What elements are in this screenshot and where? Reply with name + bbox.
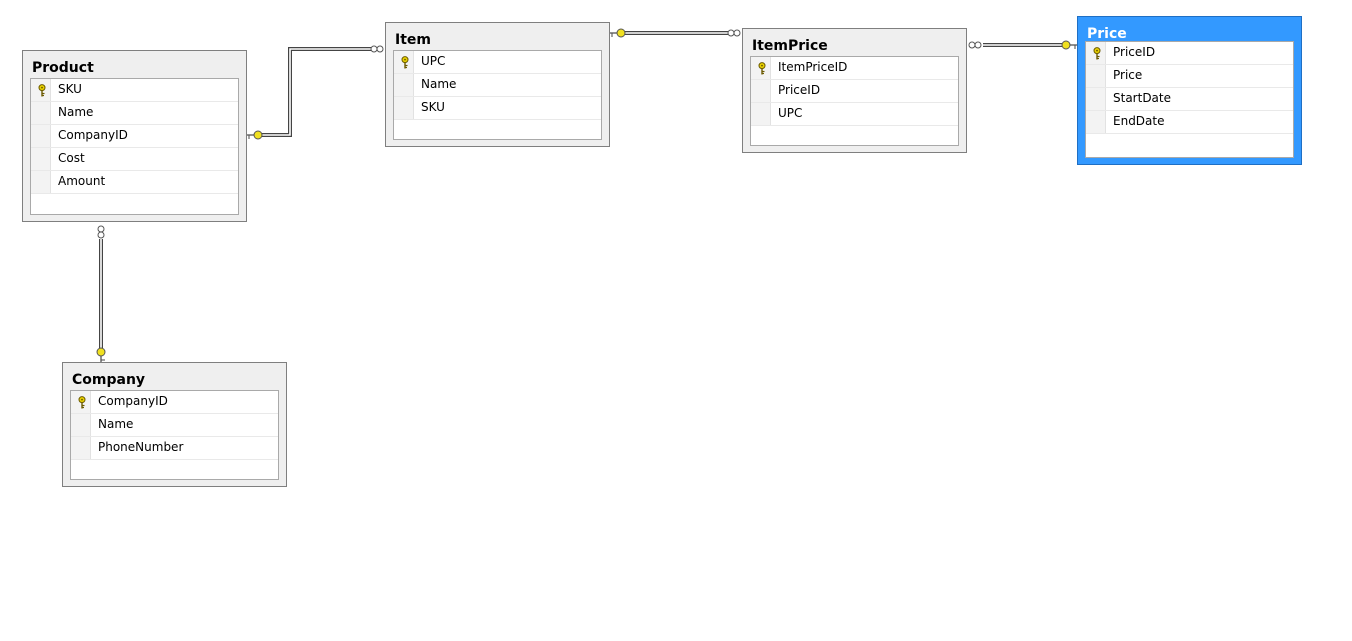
key-endpoint-icon: [96, 347, 106, 362]
infinity-endpoint-icon: [370, 45, 384, 53]
column-row[interactable]: PriceID: [751, 80, 958, 103]
relationship-item-itemprice[interactable]: [610, 28, 741, 38]
column-grid: CompanyID Name PhoneNumber: [70, 390, 279, 480]
column-grid: PriceID Price StartDate EndDate: [1085, 41, 1294, 158]
column-row[interactable]: CompanyID: [31, 125, 238, 148]
relationship-price-itemprice[interactable]: [968, 40, 1077, 50]
column-row[interactable]: UPC: [394, 51, 601, 74]
primary-key-icon: [1093, 47, 1101, 60]
column-grid: ItemPriceID PriceID UPC: [750, 56, 959, 146]
key-endpoint-icon: [610, 28, 626, 38]
column-row[interactable]: EndDate: [1086, 111, 1293, 134]
column-name: PriceID: [1113, 45, 1156, 59]
column-row[interactable]: Price: [1086, 65, 1293, 88]
row-selector[interactable]: [71, 414, 91, 436]
table-title: Price: [1087, 26, 1127, 42]
key-endpoint-icon: [1061, 40, 1077, 50]
row-selector[interactable]: [394, 74, 414, 96]
table-title: Company: [72, 372, 146, 388]
column-row[interactable]: CompanyID: [71, 391, 278, 414]
column-name: Amount: [58, 174, 106, 188]
infinity-endpoint-icon: [968, 41, 982, 49]
column-name: Name: [421, 77, 457, 91]
column-name: CompanyID: [98, 394, 168, 408]
column-name: Cost: [58, 151, 85, 165]
table-price[interactable]: Price PriceID Price StartDate EndDate: [1077, 16, 1302, 165]
column-name: PhoneNumber: [98, 440, 184, 454]
table-item[interactable]: Item UPC Name SKU: [385, 22, 610, 147]
primary-key-icon: [758, 62, 766, 75]
column-row[interactable]: ItemPriceID: [751, 57, 958, 80]
primary-key-icon: [78, 396, 86, 409]
table-title: Product: [32, 60, 94, 76]
column-row[interactable]: StartDate: [1086, 88, 1293, 111]
primary-key-icon: [401, 56, 409, 69]
row-selector[interactable]: [1086, 42, 1106, 64]
column-row[interactable]: SKU: [394, 97, 601, 120]
column-name: Name: [58, 105, 94, 119]
row-selector[interactable]: [1086, 111, 1106, 133]
table-itemprice[interactable]: ItemPrice ItemPriceID PriceID UPC: [742, 28, 967, 153]
column-name: PriceID: [778, 83, 821, 97]
column-grid: SKU Name CompanyID Cost Amount: [30, 78, 239, 215]
table-title: Item: [395, 32, 431, 48]
row-selector[interactable]: [31, 148, 51, 170]
row-selector[interactable]: [31, 102, 51, 124]
column-row[interactable]: Name: [31, 102, 238, 125]
row-selector[interactable]: [751, 57, 771, 79]
table-company[interactable]: Company CompanyID Name PhoneNumber: [62, 362, 287, 487]
row-selector[interactable]: [394, 51, 414, 73]
column-row[interactable]: Amount: [31, 171, 238, 194]
column-row[interactable]: Cost: [31, 148, 238, 171]
column-row[interactable]: Name: [394, 74, 601, 97]
column-name: SKU: [421, 100, 445, 114]
relationship-product-item[interactable]: [247, 45, 384, 140]
column-row[interactable]: PhoneNumber: [71, 437, 278, 460]
column-name: UPC: [421, 54, 446, 68]
row-selector[interactable]: [1086, 65, 1106, 87]
row-selector[interactable]: [394, 97, 414, 119]
key-endpoint-icon: [247, 130, 263, 140]
row-selector[interactable]: [1086, 88, 1106, 110]
row-selector[interactable]: [31, 125, 51, 147]
relationship-company-product[interactable]: [96, 225, 106, 362]
row-selector[interactable]: [31, 171, 51, 193]
column-name: UPC: [778, 106, 803, 120]
row-selector[interactable]: [31, 79, 51, 101]
primary-key-icon: [38, 84, 46, 97]
row-selector[interactable]: [751, 80, 771, 102]
column-name: Name: [98, 417, 134, 431]
table-product[interactable]: Product SKU Name CompanyID Cost Amount: [22, 50, 247, 222]
column-name: Price: [1113, 68, 1143, 82]
row-selector[interactable]: [751, 103, 771, 125]
infinity-endpoint-icon: [727, 29, 741, 37]
column-name: EndDate: [1113, 114, 1165, 128]
column-name: SKU: [58, 82, 82, 96]
row-selector[interactable]: [71, 437, 91, 459]
column-row[interactable]: PriceID: [1086, 42, 1293, 65]
column-name: StartDate: [1113, 91, 1171, 105]
column-row[interactable]: SKU: [31, 79, 238, 102]
row-selector[interactable]: [71, 391, 91, 413]
column-grid: UPC Name SKU: [393, 50, 602, 140]
table-title: ItemPrice: [752, 38, 828, 54]
infinity-endpoint-icon: [97, 225, 105, 239]
column-row[interactable]: UPC: [751, 103, 958, 126]
column-name: CompanyID: [58, 128, 128, 142]
column-row[interactable]: Name: [71, 414, 278, 437]
column-name: ItemPriceID: [778, 60, 848, 74]
